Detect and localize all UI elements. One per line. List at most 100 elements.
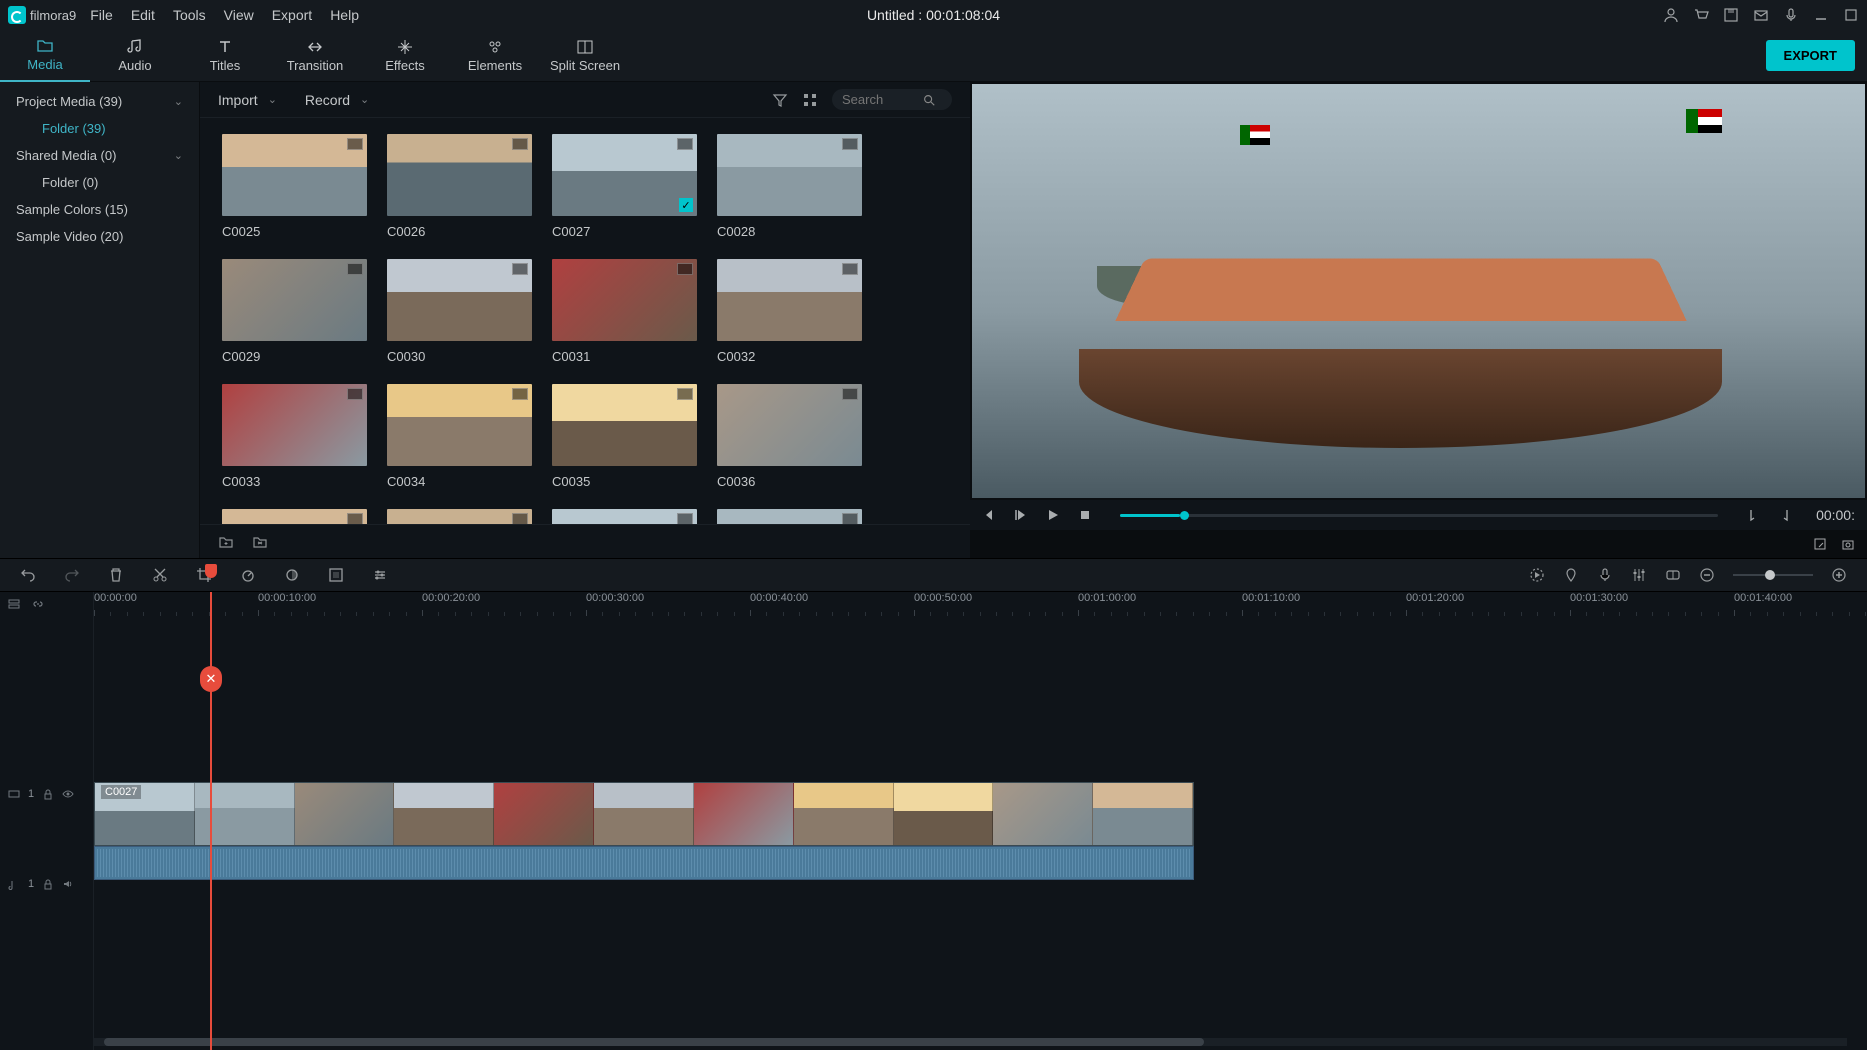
record-dropdown[interactable]: Record⌄ — [305, 92, 369, 108]
audio-track-header[interactable]: 1 — [8, 878, 74, 890]
clip-thumbnail[interactable] — [552, 509, 697, 524]
mic-icon[interactable] — [1783, 7, 1799, 23]
timeline-scrollbar[interactable] — [94, 1038, 1847, 1046]
mixer-icon[interactable] — [1631, 567, 1647, 583]
clip-thumbnail[interactable] — [387, 384, 532, 466]
media-clip[interactable]: C0033 — [222, 384, 367, 489]
sidebar-sample-colors[interactable]: Sample Colors (15) — [0, 196, 199, 223]
clip-thumbnail[interactable] — [222, 509, 367, 524]
track-manage-icon[interactable] — [8, 598, 20, 610]
link-icon[interactable] — [32, 598, 44, 610]
media-clip[interactable]: C0032 — [717, 259, 862, 364]
menu-view[interactable]: View — [224, 7, 254, 23]
play-icon[interactable] — [1014, 508, 1028, 522]
tab-titles[interactable]: Titles — [180, 30, 270, 82]
tab-effects[interactable]: Effects — [360, 30, 450, 82]
tab-elements[interactable]: Elements — [450, 30, 540, 82]
clip-thumbnail[interactable]: ✓ — [552, 134, 697, 216]
search-input[interactable] — [832, 89, 952, 110]
media-clip[interactable]: C0026 — [387, 134, 532, 239]
cut-icon[interactable] — [152, 567, 168, 583]
media-clip[interactable]: C0036 — [717, 384, 862, 489]
clip-thumbnail[interactable] — [717, 509, 862, 524]
sidebar-folder[interactable]: Folder (0) — [0, 169, 199, 196]
import-dropdown[interactable]: Import⌄ — [218, 92, 277, 108]
timeline-tracks[interactable]: C0027 ✕ — [94, 620, 1867, 1050]
media-clip[interactable]: C0034 — [387, 384, 532, 489]
media-clip[interactable]: C0030 — [387, 259, 532, 364]
clip-thumbnail[interactable] — [222, 384, 367, 466]
lock-icon[interactable] — [42, 878, 54, 890]
playhead[interactable]: ✕ — [210, 592, 212, 1050]
clip-thumbnail[interactable] — [387, 509, 532, 524]
clip-thumbnail[interactable] — [387, 259, 532, 341]
eye-icon[interactable] — [62, 788, 74, 800]
media-clip[interactable]: ✓C0027 — [552, 134, 697, 239]
tab-audio[interactable]: Audio — [90, 30, 180, 82]
keyframe-icon[interactable] — [1665, 567, 1681, 583]
redo-icon[interactable] — [64, 567, 80, 583]
clip-thumbnail[interactable] — [387, 134, 532, 216]
grid-view-icon[interactable] — [802, 92, 818, 108]
play-button-icon[interactable] — [1046, 508, 1060, 522]
menu-edit[interactable]: Edit — [131, 7, 155, 23]
marker-icon[interactable] — [1563, 567, 1579, 583]
sidebar-sample-video[interactable]: Sample Video (20) — [0, 223, 199, 250]
timeline-ruler[interactable]: 00:00:0000:00:10:0000:00:20:0000:00:30:0… — [94, 592, 1867, 620]
tab-transition[interactable]: Transition — [270, 30, 360, 82]
clip-thumbnail[interactable] — [222, 134, 367, 216]
video-clip[interactable]: C0027 — [94, 782, 1194, 846]
video-track-header[interactable]: 1 — [8, 788, 74, 800]
new-folder-icon[interactable] — [218, 534, 234, 550]
media-clip[interactable]: C0029 — [222, 259, 367, 364]
media-clip[interactable]: C0028 — [717, 134, 862, 239]
mark-in-icon[interactable] — [1746, 508, 1760, 522]
adjust-icon[interactable] — [372, 567, 388, 583]
speaker-icon[interactable] — [62, 878, 74, 890]
snapshot-icon[interactable] — [1841, 537, 1855, 551]
media-clip[interactable]: C0038 — [387, 509, 532, 524]
clip-thumbnail[interactable] — [222, 259, 367, 341]
menu-export[interactable]: Export — [272, 7, 312, 23]
media-clip[interactable]: C0031 — [552, 259, 697, 364]
maximize-icon[interactable] — [1843, 7, 1859, 23]
minimize-icon[interactable] — [1813, 7, 1829, 23]
mail-icon[interactable] — [1753, 7, 1769, 23]
lock-icon[interactable] — [42, 788, 54, 800]
sidebar-project-media[interactable]: Project Media (39)⌄ — [0, 88, 199, 115]
speed-icon[interactable] — [240, 567, 256, 583]
stop-icon[interactable] — [1078, 508, 1092, 522]
menu-file[interactable]: File — [90, 7, 113, 23]
playhead-close-icon[interactable]: ✕ — [200, 666, 222, 692]
media-clip[interactable]: C0039 — [552, 509, 697, 524]
clip-thumbnail[interactable] — [717, 384, 862, 466]
delete-folder-icon[interactable] — [252, 534, 268, 550]
preview-video[interactable] — [972, 84, 1865, 498]
preview-scrubber[interactable] — [1120, 514, 1718, 517]
zoom-in-icon[interactable] — [1831, 567, 1847, 583]
search-field[interactable] — [842, 92, 922, 107]
sidebar-shared-media[interactable]: Shared Media (0)⌄ — [0, 142, 199, 169]
voiceover-icon[interactable] — [1597, 567, 1613, 583]
media-clip[interactable]: C0025 — [222, 134, 367, 239]
fullscreen-icon[interactable] — [1813, 537, 1827, 551]
filter-icon[interactable] — [772, 92, 788, 108]
tab-media[interactable]: Media — [0, 30, 90, 82]
playhead-handle[interactable] — [205, 564, 217, 578]
zoom-slider[interactable] — [1733, 574, 1813, 576]
audio-clip[interactable] — [94, 846, 1194, 880]
menu-help[interactable]: Help — [330, 7, 359, 23]
render-icon[interactable] — [1529, 567, 1545, 583]
zoom-out-icon[interactable] — [1699, 567, 1715, 583]
color-icon[interactable] — [284, 567, 300, 583]
clip-thumbnail[interactable] — [717, 259, 862, 341]
sidebar-folder-active[interactable]: Folder (39) — [0, 115, 199, 142]
save-icon[interactable] — [1723, 7, 1739, 23]
tab-splitscreen[interactable]: Split Screen — [540, 30, 630, 82]
account-icon[interactable] — [1663, 7, 1679, 23]
export-button[interactable]: EXPORT — [1766, 40, 1855, 71]
clip-thumbnail[interactable] — [717, 134, 862, 216]
clip-thumbnail[interactable] — [552, 384, 697, 466]
media-clip[interactable]: C0040 — [717, 509, 862, 524]
prev-frame-icon[interactable] — [982, 508, 996, 522]
